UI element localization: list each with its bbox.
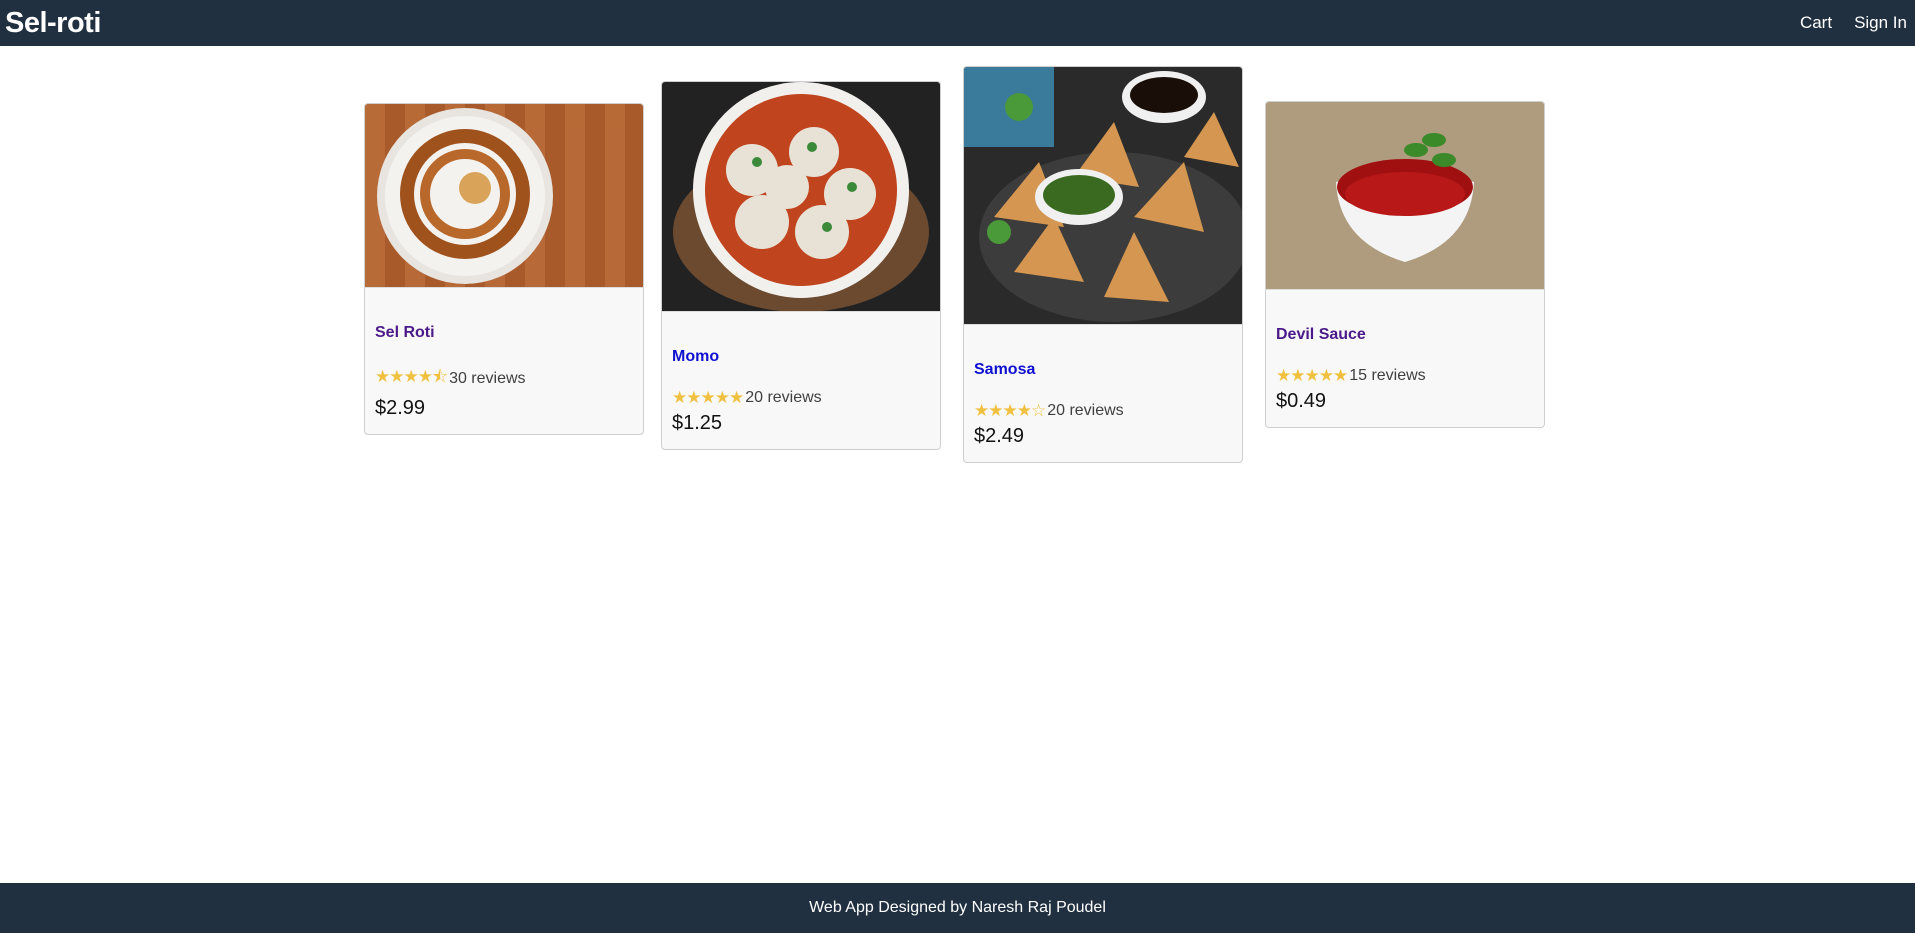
product-name-link[interactable]: Sel Roti <box>375 324 633 342</box>
sign-in-link[interactable]: Sign In <box>1854 13 1907 33</box>
product-card: Momo ★★★★★ 20 reviews $1.25 <box>661 81 941 450</box>
review-count: 20 reviews <box>1047 402 1124 419</box>
review-count: 20 reviews <box>745 389 822 406</box>
product-rating: ★★★★★ 20 reviews <box>672 388 930 408</box>
footer-credit: Web App Designed by Naresh Raj Poudel <box>809 899 1106 916</box>
product-name-link[interactable]: Momo <box>672 348 930 366</box>
product-price: $2.49 <box>974 425 1025 447</box>
cart-link[interactable]: Cart <box>1800 13 1832 33</box>
product-rating: ★★★★★ 15 reviews <box>1276 366 1534 386</box>
product-image <box>1266 102 1544 289</box>
top-navbar: Sel-roti Cart Sign In <box>0 0 1915 46</box>
product-card: Samosa ★★★★☆ 20 reviews $2.49 <box>963 66 1243 463</box>
review-count: 15 reviews <box>1349 367 1426 384</box>
star-rating-icons: ★★★★☆ <box>974 401 1046 420</box>
nav-links: Cart Sign In <box>1800 13 1907 33</box>
product-price: $1.25 <box>672 412 723 434</box>
product-image-link[interactable] <box>662 82 940 312</box>
product-image-link[interactable] <box>365 104 643 288</box>
product-image-link[interactable] <box>1266 102 1544 290</box>
product-rating: ★★★★☆ 20 reviews <box>974 401 1232 421</box>
product-price: $2.99 <box>375 397 426 419</box>
product-rating: ★★★★⯪ 30 reviews <box>375 364 633 393</box>
product-image <box>964 67 1242 324</box>
product-image <box>662 82 940 311</box>
product-name-link[interactable]: Devil Sauce <box>1276 326 1534 344</box>
brand-logo-link[interactable]: Sel-roti <box>5 7 101 40</box>
footer: Web App Designed by Naresh Raj Poudel <box>0 883 1915 933</box>
product-card: Devil Sauce ★★★★★ 15 reviews $0.49 <box>1265 101 1545 428</box>
star-rating-icons: ★★★★⯪ <box>375 367 448 386</box>
product-image <box>365 104 643 287</box>
star-rating-icons: ★★★★★ <box>1276 366 1348 385</box>
review-count: 30 reviews <box>449 369 526 387</box>
product-price: $0.49 <box>1276 390 1327 412</box>
product-name-link[interactable]: Samosa <box>974 361 1232 379</box>
star-rating-icons: ★★★★★ <box>672 388 744 407</box>
product-card: Sel Roti ★★★★⯪ 30 reviews $2.99 <box>364 103 644 435</box>
product-image-link[interactable] <box>964 67 1242 325</box>
